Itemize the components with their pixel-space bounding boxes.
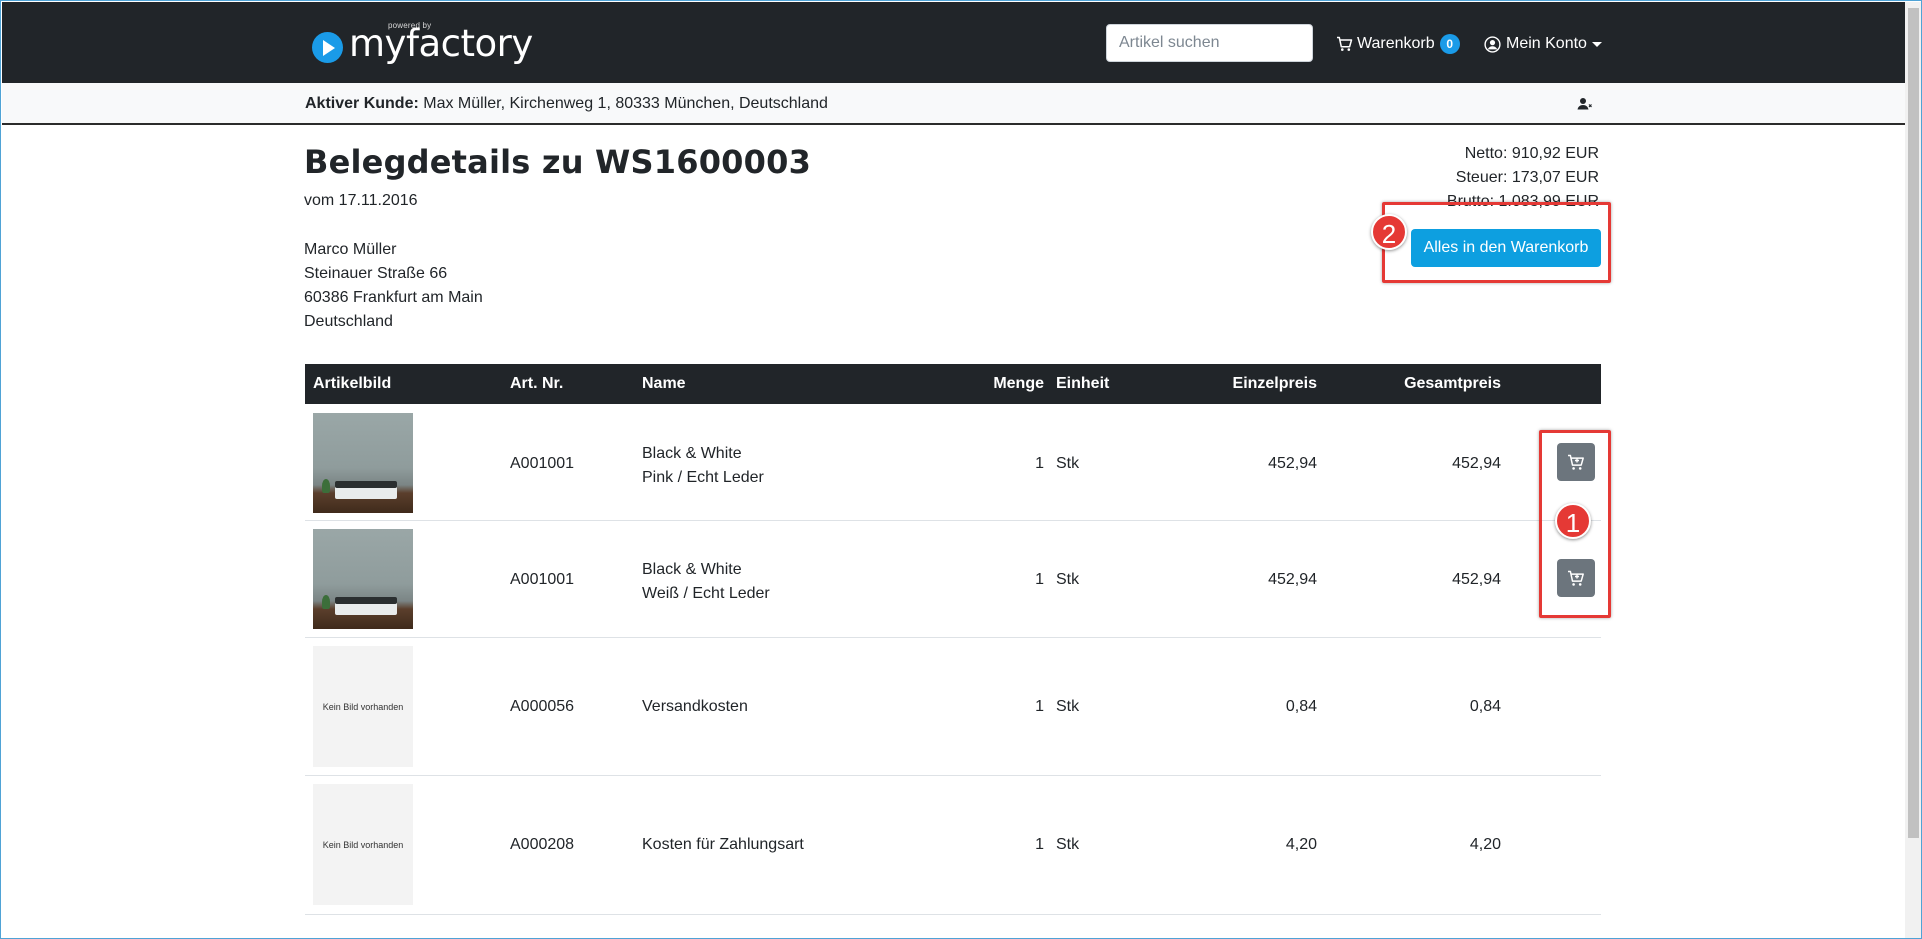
logo-powered-by: powered by — [388, 21, 432, 30]
table-row: Kein Bild vorhanden A000208 Kosten für Z… — [305, 776, 1601, 915]
top-navbar: powered by myfactory Warenkorb 0 Mein Ko… — [2, 2, 1905, 83]
sofa-decor — [335, 597, 397, 615]
row-total-price: 452,94 — [1452, 571, 1501, 588]
table-row: A001001 Black & White Pink / Echt Leder … — [305, 404, 1601, 521]
address-country: Deutschland — [304, 313, 393, 330]
row-qty: 1 — [1035, 836, 1044, 853]
row-name[interactable]: Versandkosten — [642, 698, 748, 716]
document-date: vom 17.11.2016 — [304, 192, 418, 209]
search-input[interactable] — [1106, 24, 1313, 62]
row-name[interactable]: Black & White Weiß / Echt Leder — [642, 558, 770, 606]
active-customer-bar: Aktiver Kunde: Max Müller, Kirchenweg 1,… — [2, 83, 1905, 125]
product-image[interactable] — [313, 529, 413, 629]
page-title: Belegdetails zu WS1600003 — [304, 143, 812, 181]
header-name: Name — [642, 375, 686, 392]
row-unit: Stk — [1056, 836, 1080, 853]
myfactory-logo[interactable]: powered by myfactory — [312, 21, 533, 65]
row-name[interactable]: Kosten für Zahlungsart — [642, 836, 804, 854]
plant-decor — [322, 595, 330, 609]
row-art-nr: A000056 — [510, 698, 575, 715]
delivery-address: Marco Müller Steinauer Straße 66 60386 F… — [304, 238, 483, 334]
row-qty: 1 — [1035, 455, 1044, 472]
table-header: Artikelbild Art. Nr. Name Menge Einheit … — [305, 364, 1601, 404]
address-city: 60386 Frankfurt am Main — [304, 289, 483, 306]
account-label: Mein Konto — [1506, 35, 1587, 52]
cart-label: Warenkorb — [1357, 35, 1435, 52]
cart-link[interactable]: Warenkorb 0 — [1336, 32, 1460, 56]
highlight-box-2 — [1382, 202, 1611, 283]
row-name-line1: Black & White — [642, 561, 742, 578]
total-netto: Netto: 910,92 EUR — [1464, 145, 1599, 162]
row-name[interactable]: Black & White Pink / Echt Leder — [642, 442, 764, 490]
table-row: Kein Bild vorhanden A000056 Versandkoste… — [305, 638, 1601, 776]
account-dropdown[interactable]: Mein Konto — [1484, 32, 1602, 56]
row-unit: Stk — [1056, 571, 1080, 588]
user-circle-icon — [1484, 35, 1501, 53]
logo-wordmark: powered by myfactory — [349, 21, 533, 65]
vertical-scrollbar[interactable] — [1905, 2, 1921, 938]
browser-viewport: powered by myfactory Warenkorb 0 Mein Ko… — [0, 0, 1922, 939]
header-unit-price: Einzelpreis — [1232, 375, 1317, 392]
logo-text: myfactory — [349, 22, 533, 65]
row-unit: Stk — [1056, 698, 1080, 715]
row-unit: Stk — [1056, 455, 1080, 472]
order-items-table: Artikelbild Art. Nr. Name Menge Einheit … — [305, 364, 1601, 915]
active-customer-text: Aktiver Kunde: Max Müller, Kirchenweg 1,… — [305, 95, 828, 113]
row-unit-price: 452,94 — [1268, 571, 1317, 588]
product-image[interactable] — [313, 413, 413, 513]
play-logo-icon — [312, 31, 343, 63]
header-unit: Einheit — [1056, 375, 1110, 392]
row-unit-price: 0,84 — [1285, 698, 1317, 715]
cart-count-badge: 0 — [1439, 34, 1460, 54]
highlight-marker-2: 2 — [1371, 214, 1407, 250]
no-image-placeholder: Kein Bild vorhanden — [313, 784, 413, 905]
header-image: Artikelbild — [313, 375, 392, 392]
highlight-marker-1: 1 — [1555, 503, 1591, 539]
header-total-price: Gesamtpreis — [1404, 375, 1501, 392]
shopping-cart-icon — [1337, 36, 1353, 51]
header-art-nr: Art. Nr. — [510, 375, 564, 392]
row-qty: 1 — [1035, 698, 1044, 715]
row-name-line2: Weiß / Echt Leder — [642, 585, 770, 602]
row-total-price: 4,20 — [1469, 836, 1501, 853]
address-street: Steinauer Straße 66 — [304, 265, 448, 282]
row-name-line1: Black & White — [642, 445, 742, 462]
row-total-price: 0,84 — [1469, 698, 1501, 715]
row-art-nr: A000208 — [510, 836, 575, 853]
no-image-placeholder: Kein Bild vorhanden — [313, 646, 413, 767]
table-row: A001001 Black & White Weiß / Echt Leder … — [305, 521, 1601, 638]
active-customer-value: Max Müller, Kirchenweg 1, 80333 München,… — [423, 95, 828, 112]
sofa-decor — [335, 481, 397, 499]
total-steuer: Steuer: 173,07 EUR — [1455, 169, 1599, 186]
plant-decor — [322, 479, 330, 493]
scrollbar-thumb[interactable] — [1908, 8, 1919, 838]
chevron-down-icon — [1591, 41, 1602, 47]
header-qty: Menge — [993, 375, 1044, 392]
active-customer-label: Aktiver Kunde: — [305, 95, 419, 112]
row-unit-price: 4,20 — [1285, 836, 1317, 853]
row-qty: 1 — [1035, 571, 1044, 588]
row-art-nr: A001001 — [510, 455, 575, 472]
row-art-nr: A001001 — [510, 571, 575, 588]
change-customer-icon[interactable] — [1577, 97, 1593, 111]
row-name-line2: Pink / Echt Leder — [642, 469, 764, 486]
row-unit-price: 452,94 — [1268, 455, 1317, 472]
row-total-price: 452,94 — [1452, 455, 1501, 472]
address-name: Marco Müller — [304, 241, 397, 258]
